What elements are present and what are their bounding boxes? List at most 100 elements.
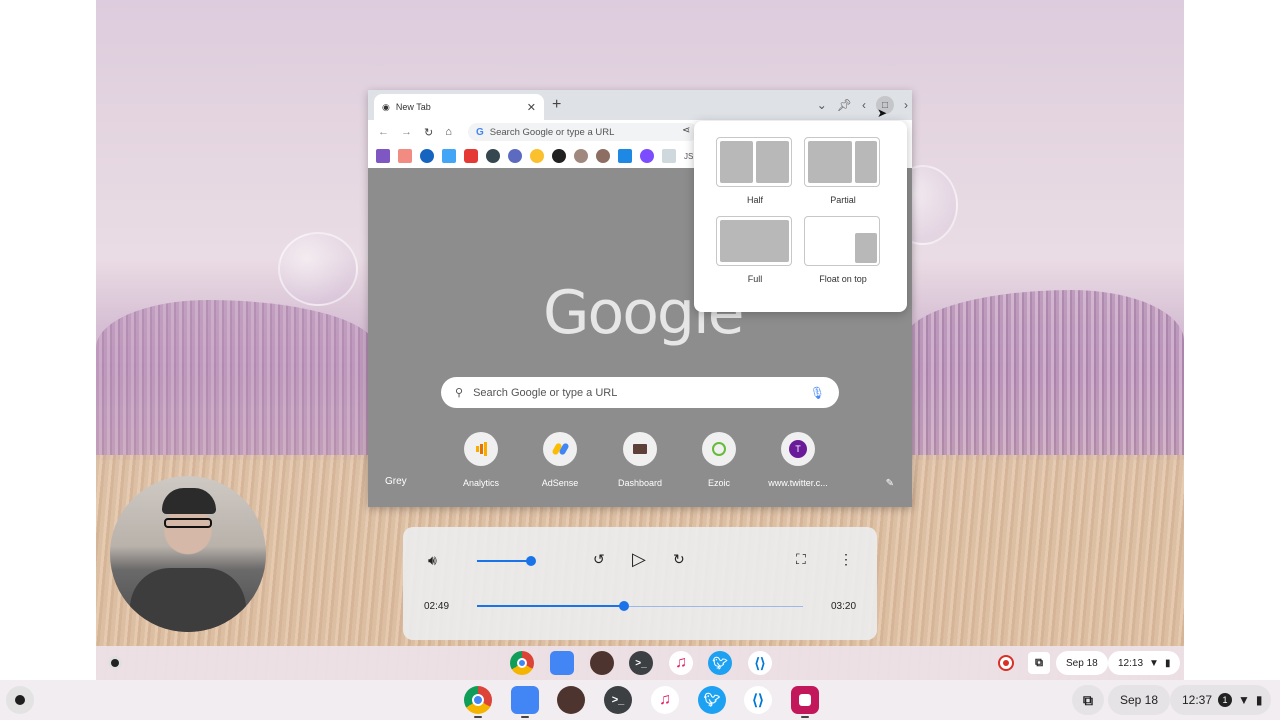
bookmark-youtube-icon[interactable] (464, 149, 478, 163)
bookmark-ai-icon[interactable] (596, 149, 610, 163)
bookmark-avatar-icon[interactable] (574, 149, 588, 163)
shortcut-label: AdSense (541, 478, 579, 488)
shortcut-label: www.twitter.c... (768, 478, 828, 488)
twitter-icon[interactable]: 🐦︎ (698, 686, 726, 714)
notification-count-badge: 1 (1218, 693, 1233, 707)
inner-game-icon[interactable] (590, 651, 614, 675)
shortcut-adsense[interactable]: AdSense (520, 432, 600, 488)
inner-launcher-icon[interactable] (108, 656, 122, 670)
snap-option-half[interactable]: Half (716, 137, 794, 205)
files-running-indicator (521, 716, 529, 718)
forward-icon[interactable]: → (401, 126, 412, 138)
screencast-icon[interactable] (791, 686, 819, 714)
snap-option-partial[interactable]: Partial (804, 137, 882, 205)
tab-new-tab[interactable]: ◉ New Tab ✕ (374, 94, 544, 120)
date-pill[interactable]: Sep 18 (1108, 685, 1171, 715)
inner-time: 12:13 (1118, 657, 1144, 669)
bookmark-search-icon[interactable] (662, 149, 676, 163)
bookmark-percent-icon[interactable] (398, 149, 412, 163)
edit-pencil-icon[interactable]: ✎ (886, 478, 894, 489)
media-player: 🔊︎ ↺ ▷ ↻ ⛶ ⋮ 02:49 03:20 (403, 527, 877, 640)
webcam-bubble (110, 476, 266, 632)
inner-music-icon[interactable]: ♫ (669, 651, 693, 675)
desks-icon[interactable]: ⧉ (1072, 685, 1104, 715)
shortcut-label: Analytics (462, 478, 499, 488)
inner-desks-icon[interactable]: ⧉ (1028, 652, 1050, 674)
pin-icon[interactable]: 📌︎ (837, 98, 852, 112)
inner-status-tray[interactable]: 12:13 ▼ ▮ (1108, 651, 1181, 675)
bookmark-gs-icon[interactable] (618, 149, 632, 163)
bookmark-bubble-icon[interactable] (640, 149, 654, 163)
fullscreen-icon[interactable]: ⛶ (796, 551, 806, 568)
snap-option-full[interactable]: Full (716, 216, 794, 284)
wallpaper-grass-right (904, 290, 1184, 460)
ntp-search-box[interactable]: ⚲ Search Google or type a URL 🎙︎ (441, 377, 839, 408)
tab-title: New Tab (395, 102, 431, 112)
inner-files-icon[interactable] (550, 651, 574, 675)
forward-10-icon[interactable]: ↻ (673, 551, 685, 568)
terminal-icon[interactable]: >_ (604, 686, 632, 714)
current-time: 02:49 (424, 601, 450, 612)
bookmark-globe-icon[interactable] (486, 149, 500, 163)
shortcut-label: Ezoic (707, 478, 730, 488)
bookmark-discord-icon[interactable] (508, 149, 522, 163)
vscode-icon[interactable]: ⟨⟩ (744, 686, 772, 714)
rewind-10-icon[interactable]: ↺ (593, 551, 605, 568)
inner-record-icon[interactable] (998, 655, 1014, 671)
inner-twitter-icon[interactable]: 🐦︎ (708, 651, 732, 675)
shortcut-label: Dashboard (617, 478, 663, 488)
chrome-icon[interactable] (464, 686, 492, 714)
inner-terminal-icon[interactable]: >_ (629, 651, 653, 675)
bookmark-js[interactable]: JS (684, 152, 693, 161)
bookmark-email-icon[interactable] (376, 149, 390, 163)
launcher-icon[interactable] (6, 686, 34, 714)
files-icon[interactable] (511, 686, 539, 714)
home-icon[interactable]: ⌂ (445, 126, 452, 138)
inner-date: Sep 18 (1066, 657, 1098, 669)
volume-icon[interactable]: 🔊︎ (428, 552, 437, 569)
new-tab-button[interactable]: + (552, 96, 561, 114)
back-icon[interactable]: ← (378, 126, 389, 138)
reload-icon[interactable]: ↻ (424, 126, 433, 139)
music-icon[interactable]: ♫ (651, 686, 679, 714)
battery-icon: ▮ (1164, 657, 1171, 669)
minimize-icon[interactable]: ‹ (862, 98, 866, 112)
snap-option-label: Partial (830, 195, 856, 205)
inner-vscode-icon[interactable]: ⟨⟩ (748, 651, 772, 675)
volume-slider[interactable] (477, 560, 531, 562)
snap-option-label: Float on top (819, 274, 867, 284)
shortcut-analytics[interactable]: Analytics (441, 432, 521, 488)
microphone-icon[interactable]: 🎙︎ (810, 386, 825, 400)
webcam-person-cap (162, 488, 216, 514)
inner-date-pill[interactable]: Sep 18 (1056, 651, 1108, 675)
ezoic-icon (702, 432, 736, 466)
game-icon[interactable] (557, 686, 585, 714)
bookmark-edge-icon[interactable] (420, 149, 434, 163)
shortcut-ezoic[interactable]: Ezoic (679, 432, 759, 488)
screencast-running-indicator (801, 716, 809, 718)
webcam-person-glasses (164, 518, 212, 528)
adsense-icon (543, 432, 577, 466)
play-icon[interactable]: ▷ (632, 549, 646, 570)
analytics-icon (464, 432, 498, 466)
omnibox-placeholder: Search Google or type a URL (489, 126, 615, 138)
bookmark-github-icon[interactable] (552, 149, 566, 163)
volume-slider-knob[interactable] (526, 556, 536, 566)
tab-search-icon[interactable]: ⌄ (817, 98, 827, 112)
shortcut-twitter[interactable]: T www.twitter.c... (758, 432, 838, 488)
close-tab-icon[interactable]: ✕ (527, 101, 536, 114)
inner-chrome-icon[interactable] (510, 651, 534, 675)
wallpaper-bubble-left (278, 232, 358, 306)
shortcut-dashboard[interactable]: Dashboard (600, 432, 680, 488)
omnibox[interactable]: G Search Google or type a URL (468, 123, 698, 141)
progress-knob[interactable] (618, 601, 629, 611)
status-tray[interactable]: 12:37 1 ▼ ▮ (1170, 685, 1271, 715)
share-icon[interactable]: ⋖ (682, 125, 690, 136)
snap-full-preview (716, 216, 792, 266)
snap-option-float[interactable]: Float on top (804, 216, 882, 284)
duration: 03:20 (831, 601, 857, 612)
bookmark-flask-icon[interactable] (442, 149, 456, 163)
more-options-icon[interactable]: ⋮ (839, 551, 853, 568)
bookmark-emoji-icon[interactable] (530, 149, 544, 163)
close-window-icon[interactable]: › (904, 98, 908, 112)
